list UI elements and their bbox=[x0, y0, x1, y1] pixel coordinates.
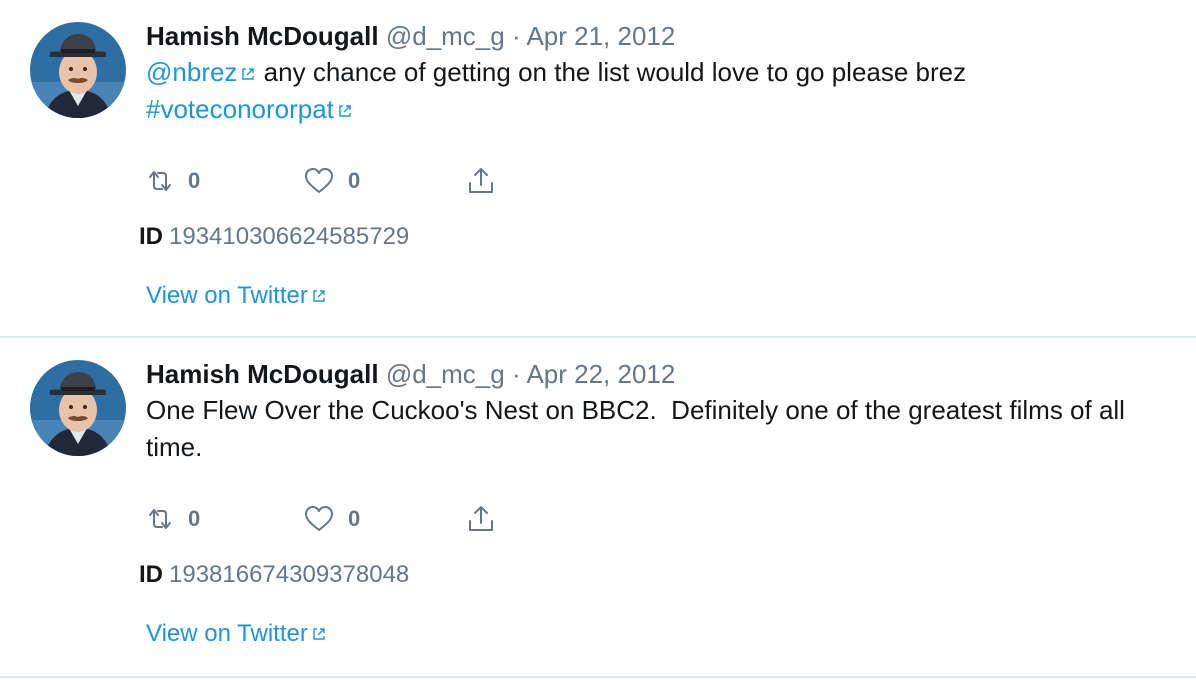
like-button[interactable]: 0 bbox=[304, 163, 360, 199]
view-on-twitter-link[interactable]: View on Twitter bbox=[146, 618, 327, 650]
hashtag-link[interactable]: #voteconororpat bbox=[146, 94, 334, 124]
view-on-twitter-label: View on Twitter bbox=[146, 282, 308, 309]
tweet-header: Hamish McDougall @d_mc_g · Apr 21, 2012 bbox=[146, 20, 675, 52]
separator: · bbox=[511, 21, 521, 51]
tweet-body: One Flew Over the Cuckoo's Nest on BBC2.… bbox=[146, 395, 1133, 462]
retweet-icon bbox=[149, 171, 171, 191]
separator: · bbox=[511, 359, 521, 389]
id-label: ID bbox=[139, 561, 163, 588]
external-link-icon bbox=[311, 288, 327, 304]
author-name[interactable]: Hamish McDougall bbox=[146, 21, 379, 51]
like-count: 0 bbox=[348, 506, 361, 531]
share-icon bbox=[469, 168, 493, 193]
view-on-twitter-link[interactable]: View on Twitter bbox=[146, 280, 327, 312]
author-handle[interactable]: @d_mc_g bbox=[386, 21, 505, 51]
avatar[interactable] bbox=[30, 360, 126, 456]
tweet-text: One Flew Over the Cuckoo's Nest on BBC2.… bbox=[146, 392, 1156, 466]
share-icon bbox=[469, 506, 493, 531]
view-on-twitter-label: View on Twitter bbox=[146, 620, 308, 647]
tweet-id: ID 193816674309378048 bbox=[139, 560, 409, 590]
retweet-button[interactable]: 0 bbox=[146, 163, 200, 199]
like-button[interactable]: 0 bbox=[304, 501, 360, 537]
external-link-icon bbox=[311, 626, 327, 642]
id-value: 193816674309378048 bbox=[169, 561, 410, 588]
tweet: Hamish McDougall @d_mc_g · Apr 21, 2012 … bbox=[0, 0, 1196, 338]
retweet-icon bbox=[149, 509, 171, 529]
tweet-date[interactable]: Apr 21, 2012 bbox=[526, 21, 675, 51]
id-label: ID bbox=[139, 223, 163, 250]
tweet-actions: 0 0 bbox=[146, 501, 506, 537]
heart-icon bbox=[305, 168, 333, 193]
author-handle[interactable]: @d_mc_g bbox=[386, 359, 505, 389]
tweet-body: any chance of getting on the list would … bbox=[263, 57, 967, 87]
tweet-header: Hamish McDougall @d_mc_g · Apr 22, 2012 bbox=[146, 358, 675, 390]
retweet-count: 0 bbox=[188, 168, 201, 193]
tweet: Hamish McDougall @d_mc_g · Apr 22, 2012 … bbox=[0, 338, 1196, 678]
tweet-id: ID 193410306624585729 bbox=[139, 222, 409, 252]
external-link-icon bbox=[337, 103, 353, 119]
tweet-text: @nbrez any chance of getting on the list… bbox=[146, 54, 1156, 128]
avatar[interactable] bbox=[30, 22, 126, 118]
retweet-count: 0 bbox=[188, 506, 201, 531]
like-count: 0 bbox=[348, 168, 361, 193]
external-link-icon bbox=[240, 66, 256, 82]
share-button[interactable] bbox=[466, 163, 496, 199]
retweet-button[interactable]: 0 bbox=[146, 501, 200, 537]
id-value: 193410306624585729 bbox=[169, 223, 410, 250]
tweet-date[interactable]: Apr 22, 2012 bbox=[526, 359, 675, 389]
tweet-actions: 0 0 bbox=[146, 163, 506, 199]
share-button[interactable] bbox=[466, 501, 496, 537]
author-name[interactable]: Hamish McDougall bbox=[146, 359, 379, 389]
heart-icon bbox=[305, 506, 333, 531]
mention-link[interactable]: @nbrez bbox=[146, 57, 237, 87]
